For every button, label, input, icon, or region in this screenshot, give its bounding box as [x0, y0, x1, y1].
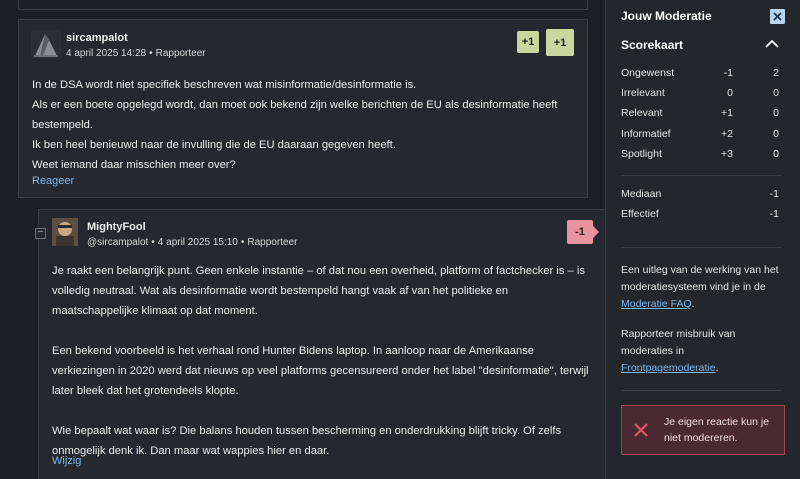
comment-mightyfool: MightyFool @sircampalot • 4 april 2025 15:… — [38, 209, 608, 479]
comment-body: In de DSA wordt niet specifiek beschreve… — [32, 75, 577, 175]
comment-paragraph: Wie bepaalt wat waar is? Die balans houd… — [52, 425, 562, 457]
scorecard-row[interactable]: Ongewenst -1 2 — [621, 64, 781, 84]
faq-info-end: . — [691, 298, 695, 310]
scorecard-row[interactable]: Informatief +2 0 — [621, 125, 781, 145]
avatar[interactable] — [31, 30, 61, 58]
score-label: Relevant — [621, 107, 663, 120]
close-icon[interactable] — [770, 9, 785, 24]
divider — [621, 390, 782, 391]
score-label: Ongewenst — [621, 67, 675, 79]
score-label: Spotlight — [621, 147, 662, 160]
score-value: +2 — [721, 127, 733, 140]
score-badge-small: +1 — [517, 31, 539, 53]
report-link[interactable]: Rapporteer — [247, 237, 297, 248]
score-count: 0 — [773, 147, 779, 160]
chevron-up-icon[interactable] — [764, 37, 780, 49]
meta-separator: • — [151, 237, 155, 248]
score-value: +3 — [721, 147, 733, 160]
comment-paragraph: Een bekend voorbeeld is het verhaal rond… — [52, 345, 589, 397]
score-value: 0 — [727, 87, 733, 100]
report-link[interactable]: Rapporteer — [156, 48, 206, 59]
page: sircampalot 4 april 2025 14:28 • Rapportee… — [0, 0, 800, 479]
moderation-panel: Jouw Moderatie Scorekaart Ongewenst -1 2… — [605, 0, 800, 479]
report-info: Rapporteer misbruik van moderaties in Fr… — [621, 326, 783, 377]
comment-meta: 4 april 2025 14:28 • Rapporteer — [66, 48, 206, 59]
score-count: 2 — [773, 67, 779, 79]
score-label: Informatief — [621, 127, 671, 140]
comment-sircampalot: sircampalot 4 april 2025 14:28 • Rapportee… — [18, 19, 588, 198]
report-info-end: . — [715, 362, 719, 374]
divider — [621, 247, 782, 248]
score-value: -1 — [723, 67, 733, 79]
username[interactable]: MightyFool — [87, 221, 146, 233]
scorecard-row[interactable]: Spotlight +3 0 — [621, 145, 781, 165]
edit-link[interactable]: Wijzig — [52, 455, 81, 467]
comment-paragraph: In de DSA wordt niet specifiek beschreve… — [32, 79, 558, 171]
scorecard-row[interactable]: Irrelevant 0 0 — [621, 84, 781, 104]
reply-to-mention[interactable]: @sircampalot — [87, 237, 148, 248]
score-badge[interactable]: -1 — [567, 220, 599, 244]
meta-separator: • — [240, 237, 245, 248]
report-info-text: Rapporteer misbruik van moderaties in — [621, 328, 736, 357]
collapse-thread-button[interactable]: − — [35, 228, 46, 239]
scorecard-row[interactable]: Relevant +1 0 — [621, 104, 781, 124]
faq-info-text: Een uitleg van de werking van het modera… — [621, 264, 779, 293]
comment-date: 4 april 2025 14:28 — [66, 48, 147, 59]
error-x-icon — [634, 423, 648, 437]
username[interactable]: sircampalot — [66, 32, 128, 44]
scorecard-title: Scorekaart — [621, 38, 684, 52]
avatar[interactable] — [52, 218, 78, 246]
faq-info: Een uitleg van de werking van het modera… — [621, 262, 783, 313]
meta-separator: • — [149, 48, 153, 59]
mediaan-value: -1 — [769, 188, 779, 200]
comment-paragraph: Je raakt een belangrijk punt. Geen enkel… — [52, 265, 585, 317]
score-value: +1 — [721, 107, 733, 120]
comment-body: Je raakt een belangrijk punt. Geen enkel… — [52, 261, 597, 461]
alert-message: Je eigen reactie kun je niet modereren. — [664, 416, 770, 444]
own-comment-alert: Je eigen reactie kun je niet modereren. — [621, 405, 785, 455]
score-count: 0 — [773, 107, 779, 120]
previous-comment-frame — [18, 0, 588, 10]
scorecard-table: Ongewenst -1 2 Irrelevant 0 0 Relevant +… — [621, 64, 781, 165]
comment-date: 4 april 2025 15:10 — [157, 237, 238, 248]
comment-meta: @sircampalot • 4 april 2025 15:10 • Rapporte… — [87, 237, 297, 248]
panel-title: Jouw Moderatie — [621, 9, 712, 23]
score-count: 0 — [773, 87, 779, 100]
frontpage-moderation-link[interactable]: Frontpagemoderatie — [621, 362, 716, 374]
mediaan-label: Mediaan — [621, 188, 662, 200]
moderation-faq-link[interactable]: Moderatie FAQ — [621, 298, 692, 310]
effectief-value: -1 — [769, 208, 779, 220]
score-badge[interactable]: +1 — [546, 29, 574, 56]
reply-link[interactable]: Reageer — [32, 175, 74, 187]
score-count: 0 — [773, 127, 779, 140]
effectief-label: Effectief — [621, 208, 659, 220]
divider — [621, 175, 782, 176]
score-label: Irrelevant — [621, 87, 665, 100]
